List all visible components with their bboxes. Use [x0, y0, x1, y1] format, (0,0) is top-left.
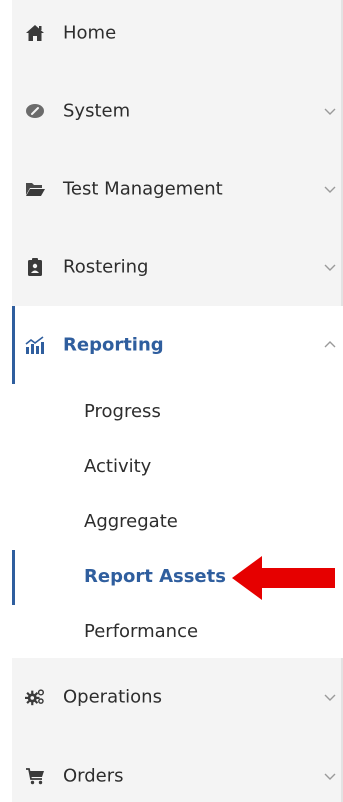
- sidebar-item-reporting[interactable]: Reporting: [12, 306, 343, 384]
- cart-icon: [25, 766, 45, 786]
- sidebar-item-label: Rostering: [63, 256, 149, 278]
- submenu-item-activity[interactable]: Activity: [84, 456, 151, 477]
- sidebar-item-operations[interactable]: Operations: [12, 658, 343, 736]
- chevron-down-icon: [324, 186, 336, 193]
- chevron-down-icon: [324, 108, 336, 115]
- chevron-down-icon: [324, 694, 336, 701]
- sidebar-item-label: Test Management: [63, 178, 223, 200]
- folder-icon: [25, 179, 45, 199]
- sidebar-item-system[interactable]: System: [12, 72, 343, 150]
- submenu-item-performance[interactable]: Performance: [84, 621, 198, 642]
- submenu-item-progress[interactable]: Progress: [84, 401, 161, 422]
- sidebar-item-orders[interactable]: Orders: [12, 737, 343, 802]
- report-assets-active-indicator: [12, 550, 15, 605]
- sidebar-nav: Home System Test Management Rostering Re…: [12, 0, 343, 802]
- chevron-up-icon: [324, 341, 336, 348]
- sidebar-item-label: System: [63, 100, 131, 122]
- sidebar-item-test-management[interactable]: Test Management: [12, 150, 343, 228]
- sidebar-item-label: Orders: [63, 765, 124, 787]
- sidebar-item-rostering[interactable]: Rostering: [12, 228, 343, 306]
- submenu-item-aggregate[interactable]: Aggregate: [84, 511, 178, 532]
- sidebar-item-label: Operations: [63, 686, 162, 708]
- chevron-down-icon: [324, 773, 336, 780]
- bar-chart-icon: [25, 335, 45, 355]
- clipboard-icon: [25, 257, 45, 277]
- home-icon: [25, 23, 45, 43]
- reporting-active-indicator: [12, 306, 15, 384]
- submenu-item-report-assets[interactable]: Report Assets: [84, 566, 226, 587]
- reporting-submenu: Progress Activity Aggregate Report Asset…: [12, 384, 343, 658]
- red-arrow-icon: [232, 556, 335, 600]
- sidebar-item-label: Reporting: [63, 334, 164, 356]
- gears-icon: [25, 687, 45, 707]
- chevron-down-icon: [324, 264, 336, 271]
- page: Home System Test Management Rostering Re…: [0, 0, 343, 802]
- gauge-icon: [25, 101, 45, 121]
- sidebar-item-home[interactable]: Home: [12, 0, 343, 72]
- sidebar-item-label: Home: [63, 22, 117, 44]
